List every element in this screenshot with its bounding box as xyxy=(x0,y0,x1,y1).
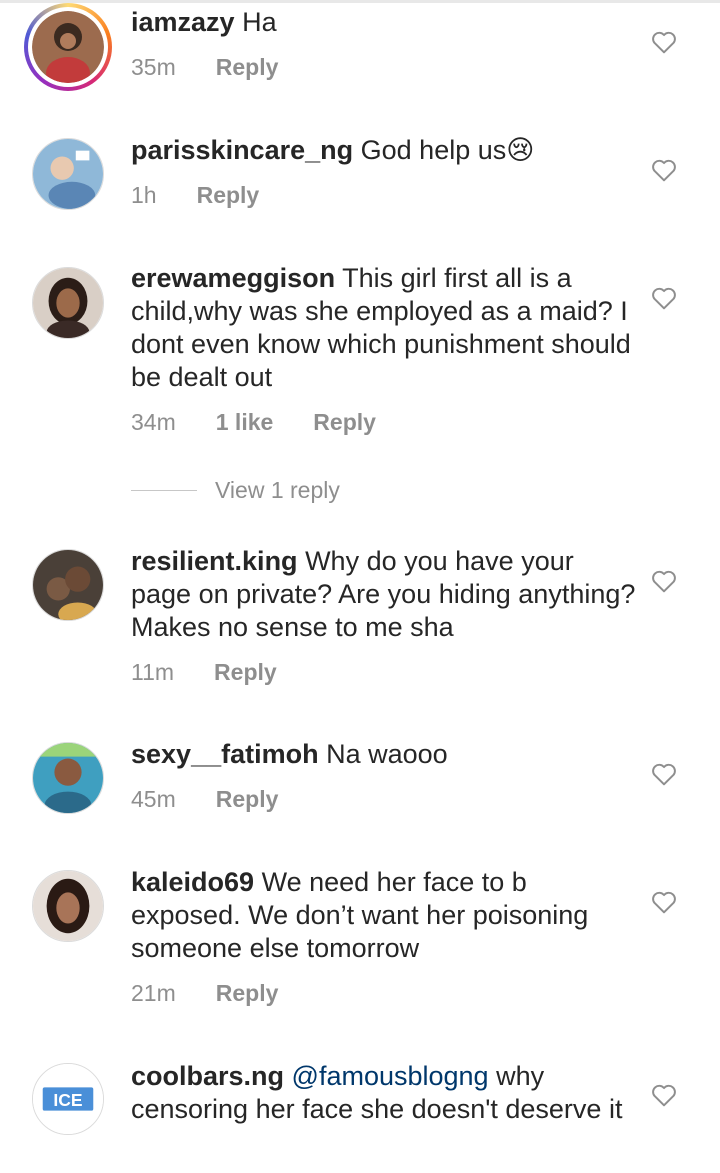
comment-text: resilient.king Why do you have your page… xyxy=(131,545,641,644)
reply-button[interactable]: Reply xyxy=(216,786,279,813)
comment-meta: 21m Reply xyxy=(131,980,278,1007)
avatar[interactable] xyxy=(32,267,104,339)
reply-thread-line xyxy=(131,490,197,491)
heart-icon[interactable] xyxy=(651,1083,677,1107)
comment-meta: 35m Reply xyxy=(131,54,278,81)
username[interactable]: erewameggison xyxy=(131,263,335,293)
timestamp: 35m xyxy=(131,54,176,80)
heart-icon[interactable] xyxy=(651,158,677,182)
username[interactable]: parisskincare_ng xyxy=(131,135,353,165)
timestamp: 21m xyxy=(131,980,176,1006)
avatar[interactable]: ICE xyxy=(32,1063,104,1135)
comment-text: kaleido69 We need her face to b exposed.… xyxy=(131,866,641,965)
timestamp: 1h xyxy=(131,182,157,208)
comment-text: sexy__fatimoh Na waooo xyxy=(131,738,641,771)
view-replies-button[interactable]: View 1 reply xyxy=(131,477,340,504)
reply-button[interactable]: Reply xyxy=(216,980,279,1007)
avatar[interactable] xyxy=(32,549,104,621)
avatar[interactable] xyxy=(32,742,104,814)
timestamp: 45m xyxy=(131,786,176,812)
timestamp: 11m xyxy=(131,659,175,685)
comment-meta: 1h Reply xyxy=(131,182,259,209)
top-divider xyxy=(0,0,720,3)
avatar[interactable] xyxy=(32,870,104,942)
comment-text: erewameggison This girl first all is a c… xyxy=(131,262,641,394)
timestamp: 34m xyxy=(131,409,176,435)
avatar[interactable] xyxy=(32,138,104,210)
comment-text: coolbars.ng @famousblogng why censoring … xyxy=(131,1060,641,1126)
comment-body: Na waooo xyxy=(326,739,448,769)
comment-meta: 11m Reply xyxy=(131,659,277,686)
heart-icon[interactable] xyxy=(651,569,677,593)
comment-body: God help us😢 xyxy=(360,135,535,165)
username[interactable]: coolbars.ng xyxy=(131,1061,284,1091)
username[interactable]: kaleido69 xyxy=(131,867,254,897)
reply-button[interactable]: Reply xyxy=(214,659,277,686)
comment-text: iamzazy Ha xyxy=(131,6,641,39)
heart-icon[interactable] xyxy=(651,286,677,310)
likes-count[interactable]: 1 like xyxy=(216,409,274,436)
username[interactable]: resilient.king xyxy=(131,546,298,576)
svg-text:ICE: ICE xyxy=(53,1090,82,1110)
heart-icon[interactable] xyxy=(651,30,677,54)
comment-meta: 34m 1 like Reply xyxy=(131,409,376,436)
heart-icon[interactable] xyxy=(651,890,677,914)
reply-button[interactable]: Reply xyxy=(313,409,376,436)
username[interactable]: iamzazy xyxy=(131,7,235,37)
reply-button[interactable]: Reply xyxy=(197,182,260,209)
reply-button[interactable]: Reply xyxy=(216,54,279,81)
comment-body: Ha xyxy=(242,7,277,37)
heart-icon[interactable] xyxy=(651,762,677,786)
comment-text: parisskincare_ng God help us😢 xyxy=(131,134,641,167)
mention-link[interactable]: @famousblogng xyxy=(292,1061,489,1091)
view-replies-label: View 1 reply xyxy=(215,477,340,503)
comments-feed: iamzazy Ha 35m Reply parisskincare_ng Go… xyxy=(0,0,720,1173)
username[interactable]: sexy__fatimoh xyxy=(131,739,319,769)
avatar[interactable] xyxy=(24,3,112,91)
comment-meta: 45m Reply xyxy=(131,786,278,813)
